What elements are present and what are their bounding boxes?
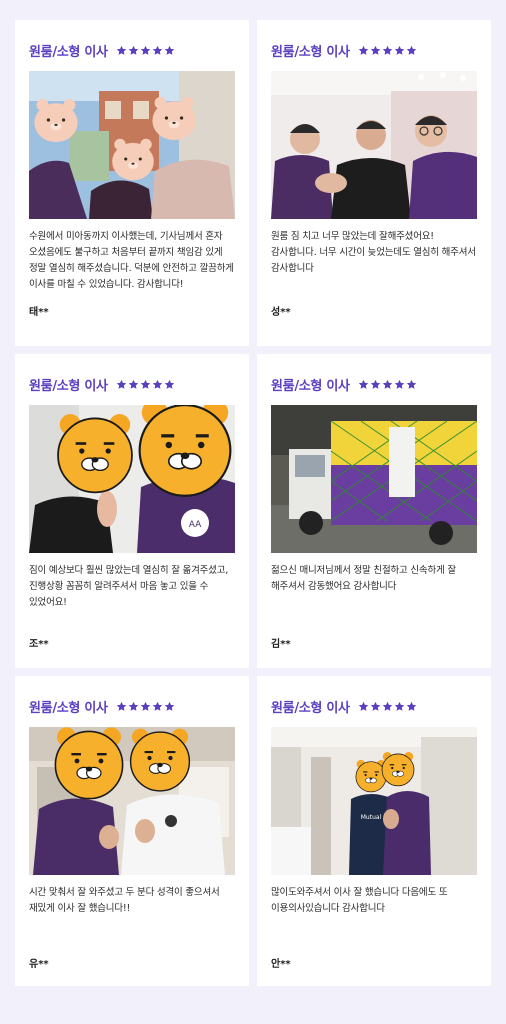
review-text: 수원에서 미아동까지 이사했는데, 기사님께서 혼자 오셨음에도 불구하고 처음… [29, 231, 234, 290]
star-icon [358, 701, 369, 712]
review-card[interactable]: 원룸/소형 이사 Mutual 많이도와주셔서 이사 잘 했습니다 다음에도 또… [257, 676, 491, 986]
review-author: 태** [29, 307, 49, 318]
card-title: 원룸/소형 이사 [271, 378, 350, 394]
card-title: 원룸/소형 이사 [271, 44, 350, 60]
star-icon [394, 45, 405, 56]
star-icon [382, 45, 393, 56]
star-icon [116, 45, 127, 56]
card-header: 원룸/소형 이사 [29, 40, 235, 60]
star-icon [152, 701, 163, 712]
review-card[interactable]: 원룸/소형 이사 [257, 354, 491, 668]
review-author: 김** [271, 639, 291, 650]
review-text: 젊으신 매니저님께서 정말 친절하고 신속하게 잘 해주셔서 감동했어요 감사합… [271, 565, 456, 592]
star-icon [406, 379, 417, 390]
review-author: 유** [29, 959, 49, 970]
star-rating [358, 379, 418, 390]
star-rating [358, 701, 418, 712]
star-icon [382, 701, 393, 712]
card-title: 원룸/소형 이사 [29, 700, 108, 716]
star-icon [128, 45, 139, 56]
star-rating [116, 701, 176, 712]
card-title: 원룸/소형 이사 [271, 700, 350, 716]
card-header: 원룸/소형 이사 [271, 374, 477, 394]
star-icon [164, 701, 175, 712]
star-icon [128, 379, 139, 390]
star-icon [394, 701, 405, 712]
star-icon [140, 701, 151, 712]
star-icon [358, 379, 369, 390]
review-card[interactable]: 원룸/소형 이사 [15, 20, 249, 346]
star-icon [370, 45, 381, 56]
reviews-grid: 원룸/소형 이사 수원에서 미아동까지 이사했는데, 기사님께서 혼자 오셨음에… [0, 0, 506, 1024]
star-icon [152, 45, 163, 56]
star-icon [382, 379, 393, 390]
review-card[interactable]: 원룸/소형 이사 [257, 20, 491, 346]
review-photo[interactable] [29, 71, 235, 219]
review-text: 시간 맞춰서 잘 와주셨고 두 분다 성격이 좋으셔서 재밌게 이사 잘 했습니… [29, 887, 220, 914]
card-header: 원룸/소형 이사 [29, 374, 235, 394]
review-author: 조** [29, 639, 49, 650]
star-icon [406, 701, 417, 712]
star-icon [164, 379, 175, 390]
review-text: 많이도와주셔서 이사 잘 했습니다 다음에도 또 이용의사있습니다 감사합니다 [271, 887, 448, 914]
star-icon [164, 45, 175, 56]
star-icon [370, 701, 381, 712]
star-icon [116, 379, 127, 390]
review-photo[interactable]: Mutual [271, 727, 477, 875]
card-header: 원룸/소형 이사 [29, 696, 235, 716]
star-rating [358, 45, 418, 56]
card-header: 원룸/소형 이사 [271, 696, 477, 716]
review-card[interactable]: 원룸/소형 이사 AA 짐이 예상보다 훨씬 많았는데 열심히 잘 옮겨주셨고,… [15, 354, 249, 668]
review-photo[interactable]: AA [29, 405, 235, 553]
star-icon [406, 45, 417, 56]
review-author: 성** [271, 307, 291, 318]
card-title: 원룸/소형 이사 [29, 44, 108, 60]
star-rating [116, 379, 176, 390]
star-icon [370, 379, 381, 390]
card-title: 원룸/소형 이사 [29, 378, 108, 394]
review-author: 안** [271, 959, 291, 970]
star-icon [128, 701, 139, 712]
review-photo[interactable] [271, 405, 477, 553]
review-text: 짐이 예상보다 훨씬 많았는데 열심히 잘 옮겨주셨고, 진행상황 꼼꼼히 알려… [29, 565, 229, 608]
svg-text:Mutual: Mutual [361, 814, 382, 821]
svg-text:AA: AA [189, 520, 202, 530]
review-card[interactable]: 원룸/소형 이사 [15, 676, 249, 986]
card-header: 원룸/소형 이사 [271, 40, 477, 60]
star-icon [116, 701, 127, 712]
star-icon [152, 379, 163, 390]
star-rating [116, 45, 176, 56]
review-photo[interactable] [29, 727, 235, 875]
star-icon [394, 379, 405, 390]
review-text: 원룸 짐 치고 너무 많았는데 잘해주셨어요! 감사합니다. 너무 시간이 늦었… [271, 231, 476, 274]
star-icon [358, 45, 369, 56]
star-icon [140, 379, 151, 390]
star-icon [140, 45, 151, 56]
review-photo[interactable] [271, 71, 477, 219]
